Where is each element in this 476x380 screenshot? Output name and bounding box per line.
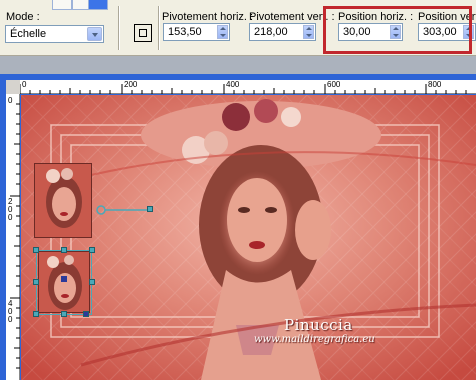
watermark-url: www.maildiregrafica.eu bbox=[254, 334, 375, 345]
separator bbox=[158, 6, 160, 50]
resize-handle[interactable] bbox=[33, 311, 39, 317]
ruler-left-tick: 400 bbox=[8, 299, 13, 324]
pivot-v-value: 218,00 bbox=[254, 26, 288, 38]
chevron-down-icon[interactable] bbox=[87, 27, 102, 41]
highlight-box bbox=[323, 6, 472, 54]
resize-handle[interactable] bbox=[89, 247, 95, 253]
resize-handle[interactable] bbox=[61, 247, 67, 253]
spin-arrows-icon[interactable] bbox=[303, 25, 314, 39]
ruler-top-tick: 0 bbox=[22, 80, 27, 89]
thumbnail-portrait-1[interactable] bbox=[34, 163, 92, 238]
selection-box bbox=[36, 250, 92, 315]
resize-handle[interactable] bbox=[33, 247, 39, 253]
rotation-handle[interactable] bbox=[147, 206, 153, 212]
image-canvas[interactable] bbox=[21, 95, 476, 380]
ruler-top-tick: 800 bbox=[428, 80, 442, 89]
tool-option-button-1[interactable] bbox=[52, 0, 72, 10]
pivot-h-input[interactable]: 153,50 bbox=[163, 23, 230, 41]
resize-handle[interactable] bbox=[83, 311, 89, 317]
ruler-left-tick: 0 bbox=[8, 96, 13, 105]
ruler-top-tick: 400 bbox=[226, 80, 240, 89]
mode-select[interactable]: Échelle bbox=[5, 25, 104, 43]
ruler-top-tick: 200 bbox=[124, 80, 138, 89]
pivot-h-value: 153,50 bbox=[168, 26, 202, 38]
reset-rectangle-icon[interactable] bbox=[134, 24, 152, 42]
tool-options-palette: Mode : Échelle Pivotement horiz. : 153,5… bbox=[0, 0, 476, 56]
ruler-top[interactable]: 0 200 400 600 800 bbox=[20, 80, 476, 94]
guide-line bbox=[96, 205, 149, 215]
resize-handle[interactable] bbox=[61, 311, 67, 317]
ruler-top-tick: 600 bbox=[327, 80, 341, 89]
mode-label: Mode : bbox=[6, 11, 40, 23]
ruler-corner bbox=[6, 80, 20, 94]
pivot-h-label: Pivotement horiz. : bbox=[162, 11, 254, 23]
separator bbox=[118, 6, 120, 50]
resize-handle[interactable] bbox=[33, 279, 39, 285]
ruler-left-tick: 200 bbox=[8, 197, 13, 222]
resize-handle[interactable] bbox=[89, 279, 95, 285]
ruler-left[interactable]: 0 200 400 bbox=[6, 94, 20, 380]
watermark-name: Pinuccia bbox=[284, 316, 353, 334]
mode-select-value: Échelle bbox=[10, 28, 47, 40]
tool-option-button-3[interactable] bbox=[88, 0, 108, 10]
pivot-v-input[interactable]: 218,00 bbox=[249, 23, 316, 41]
pivot-v-label: Pivotement vert. : bbox=[249, 11, 335, 23]
spin-arrows-icon[interactable] bbox=[217, 25, 228, 39]
